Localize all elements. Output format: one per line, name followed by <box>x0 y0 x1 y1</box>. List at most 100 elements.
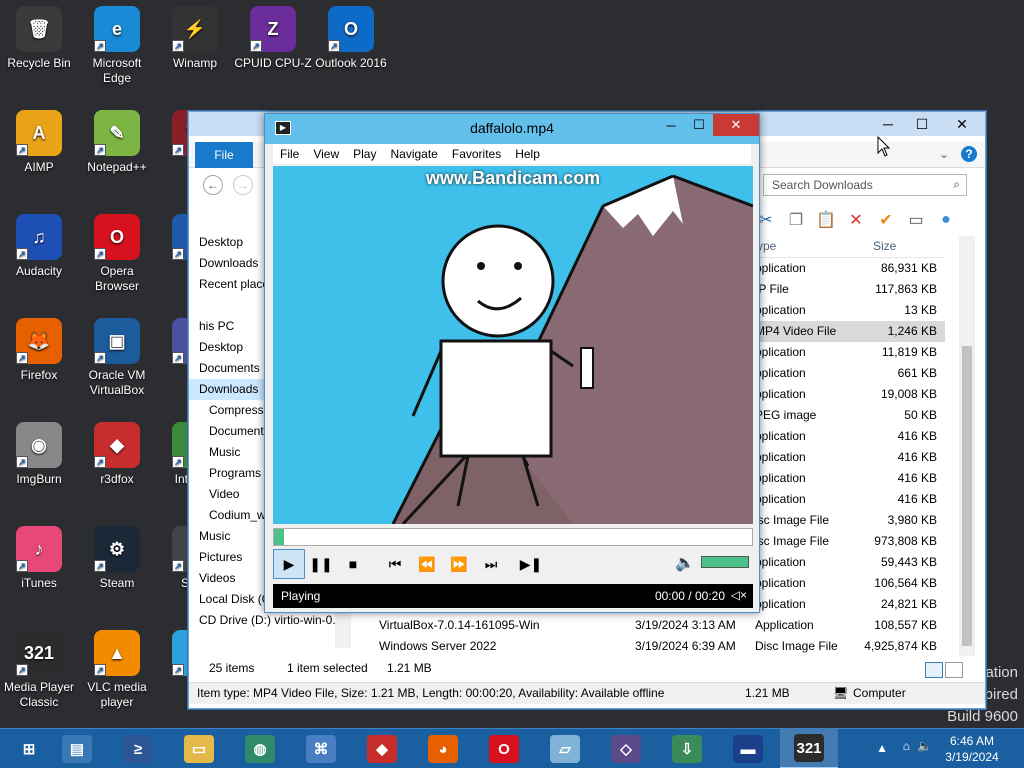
help-icon[interactable]: ? <box>961 146 977 162</box>
cpuid-cpu-z-icon: Z ↗ <box>250 6 296 52</box>
clock[interactable]: 6:46 AM 3/19/2024 <box>942 733 1002 765</box>
desktop-icon[interactable]: A ↗ AIMP <box>0 104 78 175</box>
file-size: 11,819 KB <box>881 345 937 359</box>
column-header: ype Size <box>749 236 945 258</box>
taskbar-powershell-button[interactable]: ≥ <box>109 729 167 768</box>
player-titlebar[interactable]: ▶ daffalolo.mp4 ─ ☐ ✕ <box>265 114 759 144</box>
paste-icon[interactable]: 📋 <box>815 209 837 231</box>
minimize-button[interactable]: ─ <box>871 113 905 135</box>
file-size: 50 KB <box>904 408 937 422</box>
desktop-icon[interactable]: ◉ ↗ ImgBurn <box>0 416 78 487</box>
player-menu-item[interactable]: View <box>306 147 346 161</box>
desktop-icon[interactable]: ◆ ↗ r3dfox <box>78 416 156 487</box>
taskbar-installer-button[interactable]: ⇩ <box>658 729 716 768</box>
taskbar-notes-button[interactable]: ▱ <box>536 729 594 768</box>
nav-item[interactable]: CD Drive (D:) virtio-win-0. <box>189 610 351 631</box>
taskbar-screen-button[interactable]: ▬ <box>719 729 777 768</box>
desktop-icon[interactable]: Z ↗ CPUID CPU-Z <box>234 0 312 71</box>
maximize-button[interactable]: ☐ <box>905 113 939 135</box>
file-type: pplication <box>755 576 806 590</box>
player-minimize-button[interactable]: ─ <box>657 114 685 136</box>
taskbar-firefox-button[interactable]: ◕ <box>414 729 472 768</box>
network-icon[interactable]: ⌂ <box>903 739 910 753</box>
next-button[interactable]: ⏭ <box>475 549 507 579</box>
file-type: pplication <box>755 597 806 611</box>
forward-button[interactable]: → <box>233 175 253 195</box>
desktop-icon[interactable]: O ↗ Outlook 2016 <box>312 0 390 71</box>
volume-mute-icon[interactable]: 🔈 <box>917 739 932 753</box>
chevron-down-icon[interactable]: ⌄ <box>939 147 949 161</box>
desktop-icon[interactable]: O ↗ Opera Browser <box>78 208 156 294</box>
copy-icon[interactable]: ❐ <box>785 209 807 231</box>
file-size: 4,925,874 KB <box>864 639 937 653</box>
taskbar: ⊞ ▤ ≥ ▭ ◍ ⌘ ◆ ◕ O ▱ ◇ ⇩ ▬ 321 ▲ ⌂ 🔈 6:46 AM 3/19/2024 <box>0 728 1024 768</box>
installer-icon: ⇩ <box>672 735 702 763</box>
file-row[interactable]: VirtualBox-7.0.14-161095-Win 3/19/2024 3:… <box>359 615 945 636</box>
search-icon: ⌕ <box>953 177 960 191</box>
close-button[interactable]: ✕ <box>939 113 985 135</box>
file-row[interactable]: Windows Server 2022 3/19/2024 6:39 AM Disc… <box>359 636 945 657</box>
taskbar-r3dfox-button[interactable]: ◆ <box>353 729 411 768</box>
rewind-button[interactable]: ⏪ <box>411 549 443 579</box>
rename-icon[interactable]: ▭ <box>905 209 927 231</box>
details-view-button[interactable] <box>925 662 943 678</box>
large-icons-view-button[interactable] <box>945 662 963 678</box>
speaker-icon[interactable]: 🔈 <box>675 553 695 573</box>
player-close-button[interactable]: ✕ <box>713 114 759 136</box>
frame-step-button[interactable]: ▶❚ <box>515 549 547 579</box>
file-type: pplication <box>755 387 806 401</box>
desktop-icon[interactable]: ♪ ↗ iTunes <box>0 520 78 591</box>
taskbar-globe-button[interactable]: ◍ <box>231 729 289 768</box>
scrollbar-thumb[interactable] <box>962 346 972 646</box>
opera-browser-icon: O ↗ <box>94 214 140 260</box>
pause-button[interactable]: ❚❚ <box>305 549 337 579</box>
seek-bar[interactable] <box>273 528 753 546</box>
globe-icon: ◍ <box>245 735 275 763</box>
desktop-icon[interactable]: e ↗ Microsoft Edge <box>78 0 156 86</box>
checkmark-icon[interactable]: ✔ <box>875 209 897 231</box>
desktop-icon[interactable]: ▣ ↗ Oracle VM VirtualBox <box>78 312 156 398</box>
previous-button[interactable]: ⏮ <box>379 549 411 579</box>
vlc-media-player-icon: ▲ ↗ <box>94 630 140 676</box>
video-area[interactable]: www.Bandicam.com <box>273 166 753 524</box>
column-size[interactable]: Size <box>873 239 896 253</box>
player-maximize-button[interactable]: ☐ <box>685 114 713 136</box>
player-menu-item[interactable]: Play <box>346 147 383 161</box>
player-menu-item[interactable]: Favorites <box>445 147 508 161</box>
taskbar-file-explorer-button[interactable]: ▭ <box>170 729 228 768</box>
taskbar-mpc-button[interactable]: 321 <box>780 729 838 768</box>
vertical-scrollbar[interactable] <box>959 236 975 656</box>
vs-icon: ◇ <box>611 735 641 763</box>
search-input[interactable]: Search Downloads ⌕ <box>763 174 967 196</box>
stop-button[interactable]: ■ <box>337 549 369 579</box>
taskbar-server-manager-button[interactable]: ▤ <box>48 729 106 768</box>
desktop-icon[interactable]: ♫ ↗ Audacity <box>0 208 78 279</box>
taskbar-opera-button[interactable]: O <box>475 729 533 768</box>
forward-button[interactable]: ⏩ <box>443 549 475 579</box>
desktop-icon[interactable]: ▲ ↗ VLC media player <box>78 624 156 710</box>
taskbar-vs-button[interactable]: ◇ <box>597 729 655 768</box>
desktop-icon[interactable]: 321 ↗ Media Player Classic <box>0 624 78 710</box>
delete-icon[interactable]: ✕ <box>845 209 867 231</box>
file-tab[interactable]: File <box>195 142 253 168</box>
back-button[interactable]: ← <box>203 175 223 195</box>
desktop-icon-label: Steam <box>99 576 135 590</box>
taskbar-network-button[interactable]: ⌘ <box>292 729 350 768</box>
player-controls: ▶ ❚❚ ■ ⏮ ⏪ ⏩ ⏭ ▶❚ 🔈 <box>273 548 753 580</box>
volume-slider[interactable] <box>701 556 749 568</box>
file-type: Application <box>755 618 814 632</box>
player-menu-item[interactable]: Help <box>508 147 547 161</box>
outlook-2016-icon: O ↗ <box>328 6 374 52</box>
desktop-icon[interactable]: ⚡ ↗ Winamp <box>156 0 234 71</box>
player-menu-item[interactable]: File <box>273 147 306 161</box>
player-menu-item[interactable]: Navigate <box>383 147 444 161</box>
desktop-icon[interactable]: ✎ ↗ Notepad++ <box>78 104 156 175</box>
shortcut-arrow-icon: ↗ <box>172 352 184 364</box>
desktop-icon[interactable]: ⚙ ↗ Steam <box>78 520 156 591</box>
desktop-icon[interactable]: 🗑 Recycle Bin <box>0 0 78 71</box>
play-button[interactable]: ▶ <box>273 549 305 579</box>
desktop-icon[interactable]: 🦊 ↗ Firefox <box>0 312 78 383</box>
properties-icon[interactable]: ● <box>935 209 957 231</box>
details-location: Computer <box>853 686 906 700</box>
tray-up-arrow-icon[interactable]: ▲ <box>876 741 888 755</box>
